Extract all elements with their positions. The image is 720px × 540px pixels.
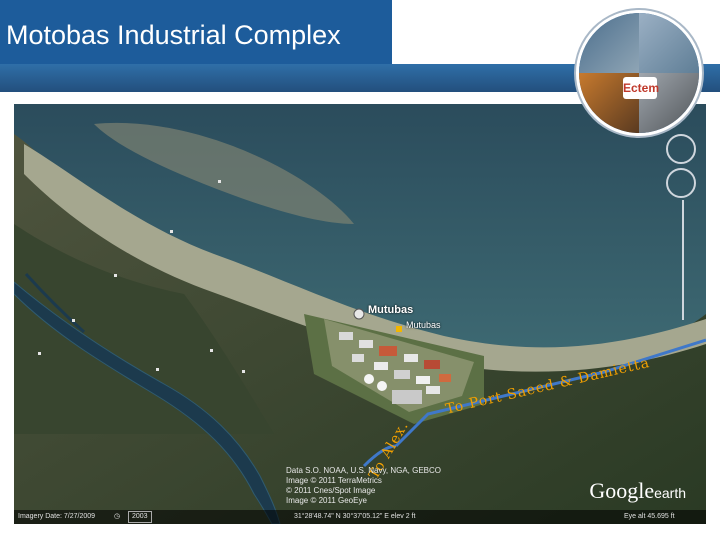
satellite-map[interactable]: Mutubas Mutubas To Port Saeed & Damietta… xyxy=(14,104,706,524)
placemark-icon[interactable] xyxy=(396,326,402,332)
imagery-credits: Data S.O. NOAA, U.S. Navy, NGA, GEBCO Im… xyxy=(286,466,441,506)
badge-photo-top-right xyxy=(639,13,699,73)
credit-line: Image © 2011 GeoEye xyxy=(286,496,367,505)
google-earth-suffix: earth xyxy=(654,485,686,501)
google-earth-brand: Google xyxy=(589,478,655,503)
google-earth-logo: Googleearth xyxy=(589,478,686,504)
decorative-line xyxy=(682,200,684,320)
year-button[interactable]: 2003 xyxy=(128,511,152,523)
historical-imagery-icon[interactable]: ◷ xyxy=(114,510,120,524)
decorative-circle-icon xyxy=(666,168,696,198)
credit-line: Data S.O. NOAA, U.S. Navy, NGA, GEBCO xyxy=(286,466,441,475)
coordinates-readout: 31°28'48.74" N 30°37'05.12" E elev 2 ft xyxy=(294,513,416,520)
place-pin-icon[interactable] xyxy=(353,308,365,320)
decorative-circle-icon xyxy=(666,134,696,164)
eye-altitude: Eye alt 45.695 ft xyxy=(624,513,675,520)
credit-line: © 2011 Cnes/Spot Image xyxy=(286,486,376,495)
company-badge: Ectem xyxy=(576,10,702,136)
imagery-date: Imagery Date: 7/27/2009 xyxy=(18,513,96,520)
map-imagery xyxy=(14,104,706,524)
place-label[interactable]: Mutubas xyxy=(368,304,413,316)
map-status-bar: Imagery Date: 7/27/2009 ◷ 2003 31°28'48.… xyxy=(14,510,706,524)
slide-title: Motobas Industrial Complex xyxy=(6,20,341,50)
badge-logo: Ectem xyxy=(623,77,659,99)
credit-line: Image © 2011 TerraMetrics xyxy=(286,476,382,485)
badge-photo-top-left xyxy=(579,13,639,73)
place-sublabel[interactable]: Mutubas xyxy=(406,320,441,330)
